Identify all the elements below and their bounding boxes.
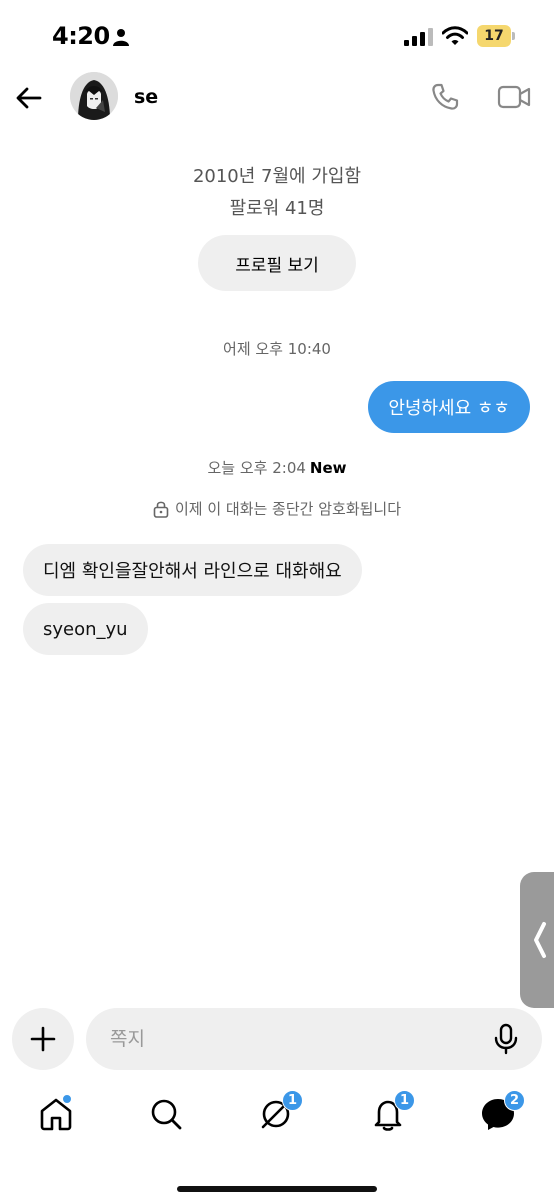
add-attachment-button[interactable] <box>12 1008 74 1070</box>
message-timestamp-new: 오늘 오후 2:04 New <box>0 457 554 478</box>
phone-icon[interactable] <box>430 82 460 112</box>
microphone-icon[interactable] <box>490 1023 522 1055</box>
nav-messages[interactable]: 2 <box>480 1090 525 1132</box>
search-icon <box>151 1099 182 1130</box>
follower-count: 팔로워 41명 <box>229 198 325 219</box>
joined-date: 2010년 7월에 가입함 <box>192 166 362 187</box>
person-icon <box>113 29 129 46</box>
battery-level: 17 <box>477 25 511 47</box>
nav-notifications[interactable]: 1 <box>370 1090 415 1132</box>
back-arrow-icon[interactable] <box>14 82 46 114</box>
signal-icon <box>404 28 433 46</box>
threads-badge: 1 <box>282 1090 303 1111</box>
side-panel-handle[interactable] <box>520 872 554 1008</box>
wifi-icon <box>442 26 468 45</box>
username[interactable]: se <box>134 86 158 108</box>
nav-search[interactable] <box>148 1096 184 1132</box>
outgoing-message[interactable]: 안녕하세요 ㅎㅎ <box>368 381 530 433</box>
message-input[interactable] <box>110 1008 490 1070</box>
timestamp-text: 오늘 오후 2:04 <box>207 459 306 477</box>
home-notification-dot <box>62 1094 72 1104</box>
status-time: 4:20 <box>52 22 110 50</box>
notifications-badge: 1 <box>394 1090 415 1111</box>
view-profile-button[interactable]: 프로필 보기 <box>198 235 356 291</box>
chevron-left-icon <box>534 922 546 958</box>
status-bar: 4:20 17 <box>0 0 554 72</box>
new-label: New <box>309 459 347 477</box>
messages-badge: 2 <box>504 1090 525 1111</box>
avatar[interactable] <box>70 72 118 120</box>
message-timestamp: 어제 오후 10:40 <box>223 340 331 358</box>
nav-home[interactable] <box>38 1094 74 1132</box>
incoming-message[interactable]: 디엠 확인을잘안해서 라인으로 대화해요 <box>23 544 362 596</box>
video-camera-icon[interactable] <box>497 82 531 112</box>
battery-icon: 17 <box>477 25 515 47</box>
nav-threads[interactable]: 1 <box>258 1090 303 1132</box>
home-indicator <box>177 1186 377 1192</box>
chat-header: se <box>0 72 554 128</box>
plus-icon <box>30 1026 56 1052</box>
encryption-text: 이제 이 대화는 종단간 암호화됩니다 <box>174 500 402 518</box>
incoming-message[interactable]: syeon_yu <box>23 603 148 655</box>
message-composer <box>86 1008 542 1070</box>
encryption-notice: 이제 이 대화는 종단간 암호화됩니다 <box>0 498 554 519</box>
lock-icon <box>153 501 169 518</box>
bottom-navigation: 1 1 2 <box>0 1090 554 1150</box>
